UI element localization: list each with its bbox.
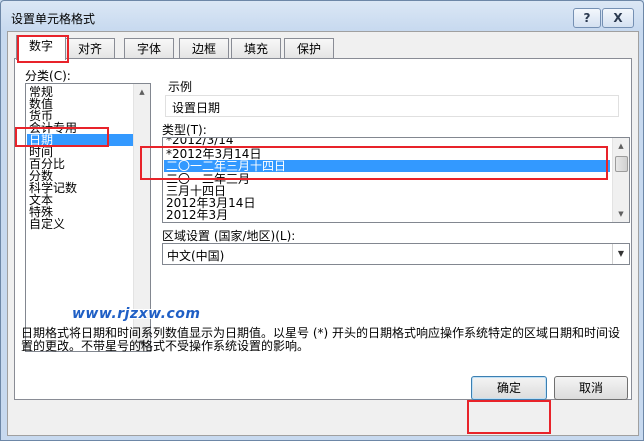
type-item[interactable]: *2012/3/14: [164, 138, 234, 146]
type-item[interactable]: 2012年3月: [164, 209, 228, 221]
number-tab-panel: 分类(C): 常规 数值 货币 会计专用 日期 时间 百分比 分数 科学记数 文…: [14, 58, 632, 400]
tab-alignment[interactable]: 对齐: [65, 38, 115, 59]
title-bar: 设置单元格格式 ? X: [1, 1, 643, 31]
tab-protection[interactable]: 保护: [284, 38, 334, 59]
sample-box: 设置日期: [165, 95, 619, 117]
category-item-custom[interactable]: 自定义: [27, 218, 65, 230]
close-button[interactable]: X: [602, 8, 634, 28]
scroll-up-arrow-icon[interactable]: ▲: [613, 138, 629, 154]
locale-select[interactable]: 中文(中国) ▼: [162, 243, 630, 265]
tab-number[interactable]: 数字: [16, 35, 66, 60]
help-button[interactable]: ?: [573, 8, 601, 28]
chevron-down-icon[interactable]: ▼: [612, 244, 629, 264]
locale-label: 区域设置 (国家/地区)(L):: [162, 229, 296, 243]
type-scrollbar[interactable]: ▲ ▼: [612, 138, 629, 222]
ok-button[interactable]: 确定: [471, 376, 547, 400]
type-list[interactable]: *2012/3/14 *2012年3月14日 二〇一二年三月十四日 二〇一二年三…: [162, 137, 630, 223]
scroll-thumb[interactable]: [615, 156, 628, 172]
dialog-body: 数字 对齐 字体 边框 填充 保护 分类(C): 常规 数值 货币 会计专用 日…: [7, 31, 639, 436]
dialog-title: 设置单元格格式: [11, 12, 96, 26]
scroll-up-arrow-icon[interactable]: ▲: [134, 84, 150, 100]
locale-value: 中文(中国): [167, 249, 225, 263]
tab-border[interactable]: 边框: [179, 38, 229, 59]
format-cells-dialog: 设置单元格格式 ? X 数字 对齐 字体 边框 填充 保护 分类(C): 常规 …: [0, 0, 644, 441]
tab-font[interactable]: 字体: [124, 38, 174, 59]
type-item-selected[interactable]: 二〇一二年三月十四日: [164, 160, 610, 172]
sample-value: 设置日期: [172, 101, 221, 115]
tab-fill[interactable]: 填充: [231, 38, 281, 59]
category-label: 分类(C):: [25, 69, 71, 83]
sample-label: 示例: [168, 80, 193, 94]
type-label: 类型(T):: [162, 123, 207, 137]
scroll-down-arrow-icon[interactable]: ▼: [613, 206, 629, 222]
cancel-button[interactable]: 取消: [554, 376, 628, 400]
format-description: 日期格式将日期和时间系列数值显示为日期值。以星号 (*) 开头的日期格式响应操作…: [21, 326, 620, 353]
watermark: www.rjzxw.com: [72, 306, 201, 322]
